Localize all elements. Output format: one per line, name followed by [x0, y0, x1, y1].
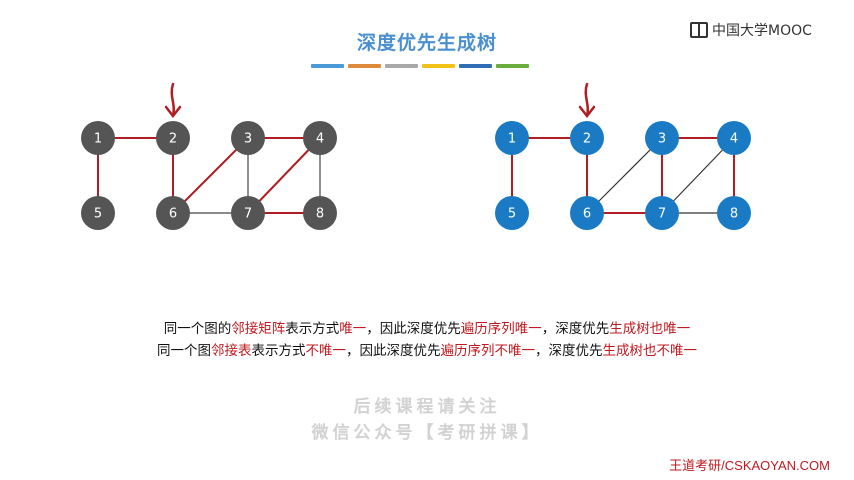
footer-brand: 王道考研/CSKAOYAN.COM: [669, 458, 830, 473]
watermark-line1: 后续课程请关注: [353, 397, 501, 417]
node-label: 7: [658, 207, 666, 222]
note-line-list: 同一个图邻接表表示方式不唯一，因此深度优先遍历序列不唯一，深度优先生成树也不唯一: [0, 340, 854, 362]
mooc-logo: 中国大学MOOC: [690, 20, 812, 40]
highlight-text: 遍历序列唯一: [460, 321, 542, 337]
graph-node-2: [570, 121, 604, 155]
color-bar-segment: [496, 64, 529, 68]
graph-node-6: [570, 196, 604, 230]
node-label: 4: [730, 132, 738, 147]
node-label: 5: [508, 207, 516, 222]
node-label: 2: [583, 132, 591, 147]
note-text: ，因此深度优先: [366, 321, 461, 337]
node-label: 5: [94, 207, 102, 222]
left-graph-diagram: 1 2 3 4 5 6 7 8: [81, 82, 337, 230]
watermark-line2: 微信公众号【考研拼课】: [311, 423, 543, 443]
node-label: 1: [508, 132, 516, 147]
node-label: 3: [658, 132, 666, 147]
node-label: 4: [316, 132, 324, 147]
node-label: 8: [316, 207, 324, 222]
node-label: 3: [244, 132, 252, 147]
highlight-text: 生成树也不唯一: [602, 343, 698, 359]
note-text: ，深度优先: [535, 343, 603, 359]
note-text: 表示方式: [251, 343, 306, 359]
node-label: 7: [244, 207, 252, 222]
graph-node-7: [645, 196, 679, 230]
watermark: 后续课程请关注 微信公众号【考研拼课】: [0, 394, 854, 446]
start-arrow-icon: [578, 82, 596, 119]
highlight-text: 邻接表: [211, 343, 252, 359]
graph-node-5: [495, 196, 529, 230]
node-label: 6: [583, 207, 591, 222]
highlight-text: 唯一: [339, 321, 367, 337]
graph-node-8: [717, 196, 751, 230]
note-text: 同一个图的: [163, 321, 232, 337]
highlight-text: 生成树也唯一: [609, 321, 691, 337]
mooc-logo-icon: [690, 22, 708, 38]
graph-node-4: [717, 121, 751, 155]
node-label: 8: [730, 207, 738, 222]
node-label: 6: [169, 207, 177, 222]
highlight-text: 邻接矩阵: [231, 321, 286, 337]
graph-node-3: [645, 121, 679, 155]
start-arrow-icon: [164, 82, 182, 119]
explanation-text: 同一个图的邻接矩阵表示方式唯一，因此深度优先遍历序列唯一，深度优先生成树也唯一 …: [0, 318, 854, 362]
note-line-matrix: 同一个图的邻接矩阵表示方式唯一，因此深度优先遍历序列唯一，深度优先生成树也唯一: [0, 318, 854, 340]
node-label: 2: [169, 132, 177, 147]
highlight-text: 不唯一: [305, 343, 347, 359]
edge-6-3: [586, 137, 663, 214]
note-text: ，因此深度优先: [346, 343, 441, 359]
note-text: ，深度优先: [541, 321, 610, 337]
node-label: 1: [94, 132, 102, 147]
color-bar-segment: [459, 64, 492, 68]
highlight-text: 遍历序列不唯一: [440, 343, 536, 359]
note-text: 同一个图: [157, 343, 211, 359]
mooc-logo-text: 中国大学MOOC: [712, 23, 812, 39]
edge-7-4: [661, 137, 735, 214]
graph-node-1: [495, 121, 529, 155]
note-text: 表示方式: [285, 321, 340, 337]
